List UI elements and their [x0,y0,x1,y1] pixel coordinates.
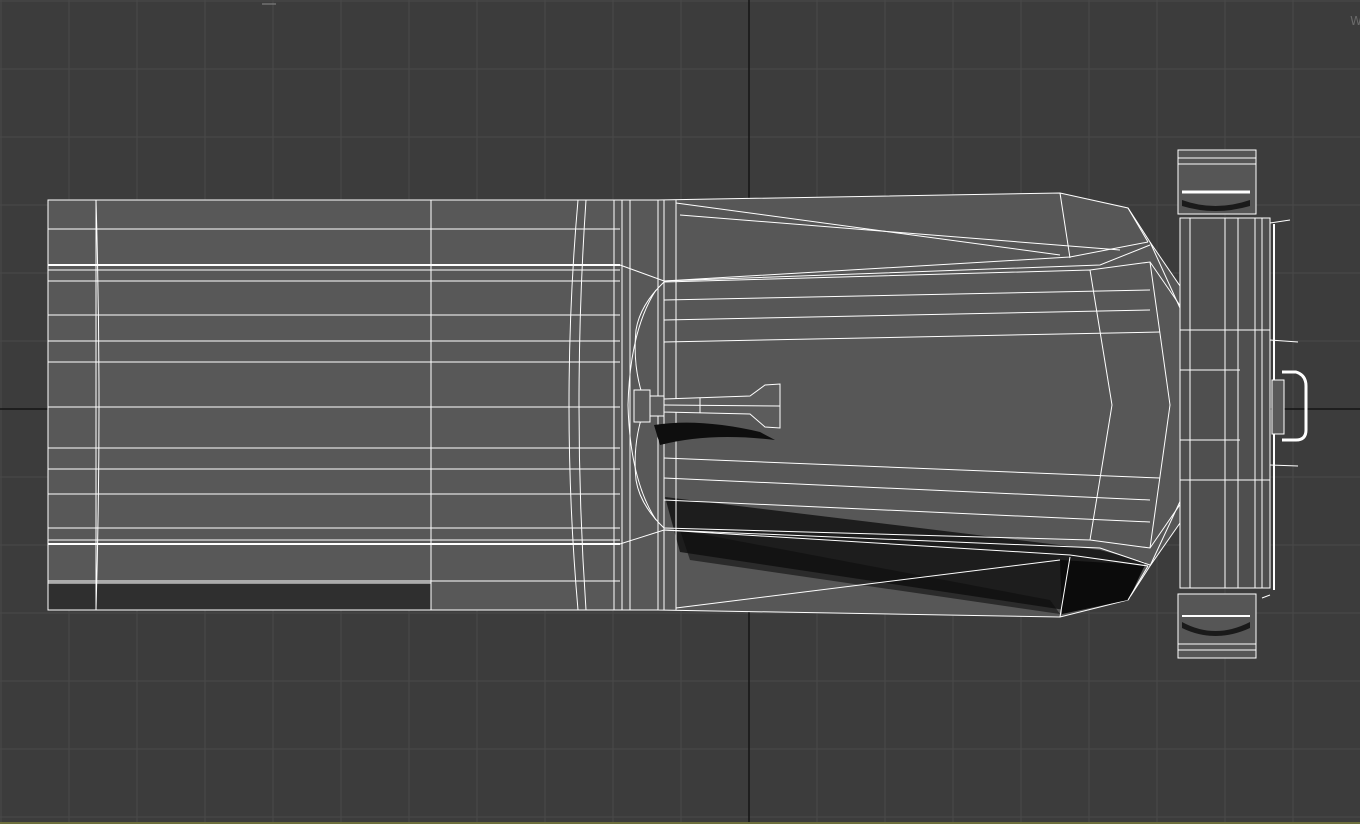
trailer-body[interactable] [47,199,659,611]
viewport-top[interactable]: W [0,0,1360,824]
viewport-corner-label[interactable]: W [1350,14,1360,28]
front-wheel-left[interactable] [1177,149,1257,215]
front-wheel-right[interactable] [1177,593,1257,659]
tow-hook[interactable] [1271,370,1308,442]
viewport-canvas[interactable] [0,0,1360,824]
